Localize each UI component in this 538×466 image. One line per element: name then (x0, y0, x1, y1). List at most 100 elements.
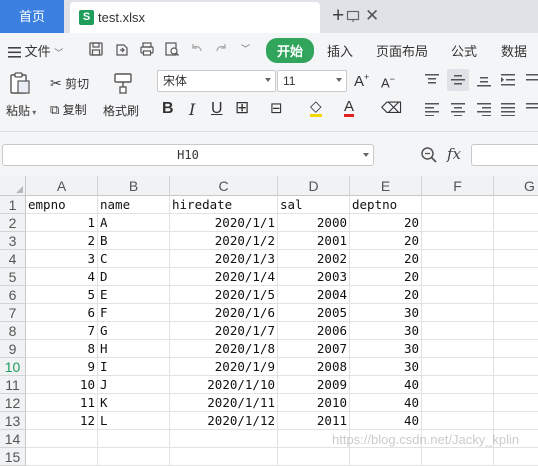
cell[interactable]: 2005 (278, 304, 350, 322)
cell[interactable] (494, 250, 538, 268)
cell[interactable]: 2007 (278, 340, 350, 358)
cell[interactable]: 4 (26, 268, 98, 286)
cell[interactable]: E (98, 286, 170, 304)
format-painter-button[interactable]: 格式刷 (103, 102, 139, 119)
cell[interactable]: L (98, 412, 170, 430)
home-tab[interactable]: 首页 (0, 0, 64, 33)
cell[interactable] (98, 430, 170, 448)
cell[interactable]: 2009 (278, 376, 350, 394)
row-header[interactable]: 13 (0, 412, 26, 430)
pin-window-icon[interactable] (346, 9, 360, 23)
cell[interactable] (422, 358, 494, 376)
justify-icon[interactable] (500, 102, 516, 116)
align-center-icon[interactable] (450, 102, 466, 116)
cell[interactable]: 2020/1/12 (170, 412, 278, 430)
cell[interactable] (422, 448, 494, 466)
cell[interactable]: 2020/1/10 (170, 376, 278, 394)
name-box[interactable]: H10 (2, 144, 374, 166)
cell[interactable]: 20 (350, 268, 422, 286)
cell[interactable]: 7 (26, 322, 98, 340)
cell[interactable]: F (98, 304, 170, 322)
cell[interactable]: sal (278, 196, 350, 214)
cell[interactable]: H (98, 340, 170, 358)
cell[interactable] (494, 448, 538, 466)
cell[interactable]: D (98, 268, 170, 286)
cell[interactable]: 5 (26, 286, 98, 304)
cell[interactable] (26, 448, 98, 466)
row-header[interactable]: 5 (0, 268, 26, 286)
cell[interactable]: 6 (26, 304, 98, 322)
zoom-icon[interactable] (420, 146, 438, 164)
cell[interactable]: 2020/1/7 (170, 322, 278, 340)
cell[interactable] (494, 394, 538, 412)
cell[interactable]: G (98, 322, 170, 340)
cell[interactable]: 2020/1/2 (170, 232, 278, 250)
cell[interactable] (422, 340, 494, 358)
cell[interactable] (278, 448, 350, 466)
row-header[interactable]: 12 (0, 394, 26, 412)
column-header-g[interactable]: G (494, 176, 538, 196)
tab-formulas[interactable]: 公式 (451, 41, 477, 60)
quick-access-chevron-icon[interactable]: ﹀ (241, 42, 250, 55)
save-icon[interactable] (88, 41, 104, 57)
cell[interactable] (494, 196, 538, 214)
cell[interactable]: 2 (26, 232, 98, 250)
format-painter-icon[interactable] (112, 71, 134, 95)
cell[interactable]: 2020/1/6 (170, 304, 278, 322)
cell[interactable]: 2011 (278, 412, 350, 430)
align-right-icon[interactable] (476, 102, 492, 116)
export-icon[interactable] (114, 41, 130, 57)
bold-icon[interactable]: B (162, 100, 174, 118)
cell[interactable] (494, 340, 538, 358)
cell[interactable] (494, 286, 538, 304)
insert-function-icon[interactable]: fx (447, 145, 461, 163)
cell[interactable]: 11 (26, 394, 98, 412)
increase-font-size-icon[interactable]: A+ (354, 72, 369, 90)
cell[interactable]: 40 (350, 376, 422, 394)
cell[interactable]: 20 (350, 286, 422, 304)
cell[interactable]: 20 (350, 250, 422, 268)
row-header[interactable]: 4 (0, 250, 26, 268)
cell[interactable]: 3 (26, 250, 98, 268)
cell[interactable] (350, 448, 422, 466)
cell[interactable] (422, 232, 494, 250)
cell[interactable]: 2003 (278, 268, 350, 286)
cell[interactable] (494, 376, 538, 394)
cell[interactable]: 20 (350, 232, 422, 250)
cell[interactable] (494, 214, 538, 232)
select-all-corner[interactable] (0, 176, 26, 196)
tab-start[interactable]: 开始 (266, 38, 315, 63)
cell[interactable]: hiredate (170, 196, 278, 214)
file-menu[interactable]: 文件 ﹀ (8, 41, 63, 60)
cell[interactable]: B (98, 232, 170, 250)
cell[interactable]: 30 (350, 358, 422, 376)
cell[interactable] (422, 286, 494, 304)
cell[interactable] (422, 304, 494, 322)
cell[interactable] (494, 232, 538, 250)
undo-icon[interactable] (189, 41, 205, 57)
cell[interactable]: 2002 (278, 250, 350, 268)
row-header[interactable]: 8 (0, 322, 26, 340)
cell[interactable]: 12 (26, 412, 98, 430)
tab-page-layout[interactable]: 页面布局 (376, 41, 428, 60)
cell[interactable] (494, 358, 538, 376)
cell[interactable]: 40 (350, 394, 422, 412)
close-tab-icon[interactable]: ✕ (365, 7, 379, 25)
cell[interactable] (422, 322, 494, 340)
cell[interactable]: 2020/1/5 (170, 286, 278, 304)
cell[interactable]: 30 (350, 304, 422, 322)
column-header-d[interactable]: D (278, 176, 350, 196)
row-header[interactable]: 6 (0, 286, 26, 304)
borders-icon[interactable]: ⊞ (235, 98, 249, 118)
row-header[interactable]: 7 (0, 304, 26, 322)
cut-button[interactable]: ✂ 剪切 (50, 75, 89, 92)
cell[interactable]: 2006 (278, 322, 350, 340)
cell[interactable]: 2020/1/1 (170, 214, 278, 232)
tab-data[interactable]: 数据 (501, 41, 527, 60)
align-left-icon[interactable] (424, 102, 440, 116)
paste-button[interactable]: 粘贴 ▾ (6, 102, 36, 119)
cell[interactable]: 2004 (278, 286, 350, 304)
decrease-font-size-icon[interactable]: A− (381, 74, 395, 90)
column-header-c[interactable]: C (170, 176, 278, 196)
cell[interactable] (422, 268, 494, 286)
